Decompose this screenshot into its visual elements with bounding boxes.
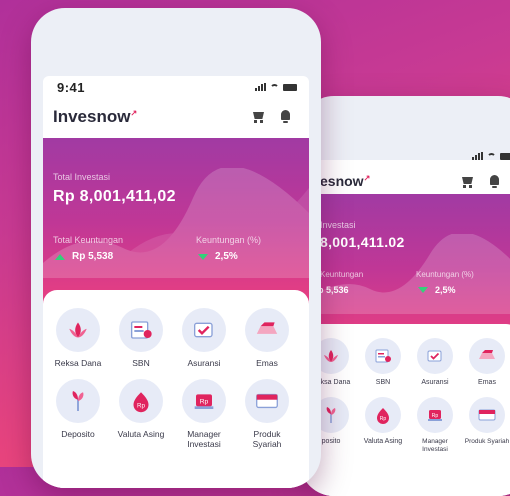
app-bar: esnow↗: [300, 166, 510, 196]
menu-item-reksa-dana[interactable]: Reksa Dana: [49, 308, 107, 369]
menu-item-asuransi[interactable]: Asuransi: [412, 338, 458, 387]
total-gain-value: p 5,536: [318, 285, 349, 295]
asuransi-icon: [417, 338, 453, 374]
menu-label: SBN: [375, 379, 391, 386]
total-investment-label: Total Investasi: [53, 172, 111, 182]
menu-item-manager-investasi[interactable]: Rp Manager Investasi: [175, 378, 233, 450]
menu-label: Reksa Dana: [54, 358, 102, 368]
status-time: 9:41: [57, 80, 86, 95]
menu-item-sbn[interactable]: SBN: [360, 338, 406, 387]
bell-icon[interactable]: [487, 174, 502, 189]
product-menu: Reksa Dana SBN Asuransi Emas Deposito Rp…: [43, 290, 309, 488]
trend-up-icon: [55, 253, 65, 260]
cart-icon[interactable]: [251, 109, 266, 124]
valuta-asing-icon: Rp: [119, 378, 163, 423]
app-screen: esnow↗ Investasi 8,001,411.02 Keuntungan…: [300, 160, 510, 496]
emas-icon: [469, 338, 505, 374]
menu-label: Valuta Asing: [117, 428, 165, 439]
menu-label: Manager Investasi: [187, 428, 221, 449]
gain-percent-label: Keuntungan (%): [416, 270, 474, 279]
system-indicators: [255, 83, 297, 91]
menu-item-deposito[interactable]: Deposito: [49, 378, 107, 450]
emas-icon: [245, 308, 289, 352]
battery-icon: [500, 152, 510, 160]
menu-item-valuta-asing[interactable]: Rp Valuta Asing: [112, 378, 170, 450]
svg-text:Rp: Rp: [380, 416, 387, 422]
svg-text:Rp: Rp: [432, 413, 439, 419]
menu-label: Emas: [478, 379, 496, 386]
menu-item-manager-investasi[interactable]: Rp Manager Investasi: [412, 397, 458, 453]
trend-icon: [198, 253, 208, 260]
menu-item-valuta-asing[interactable]: Rp Valuta Asing: [360, 397, 406, 453]
menu-item-emas[interactable]: Emas: [464, 338, 510, 387]
menu-label: Emas: [256, 358, 278, 368]
phone-mockup-back: esnow↗ Investasi 8,001,411.02 Keuntungan…: [300, 96, 510, 496]
system-indicators: [472, 152, 510, 160]
menu-item-produk-syariah[interactable]: Produk Syariah: [464, 397, 510, 453]
bell-icon[interactable]: [278, 109, 293, 124]
gain-percent-label: Keuntungan (%): [196, 235, 262, 245]
total-gain-label: Total Keuntungan: [53, 235, 124, 245]
asuransi-icon: [182, 308, 226, 352]
total-investment-value: Rp 8,001,411,02: [53, 188, 176, 205]
app-logo: Invesnow↗: [53, 107, 138, 126]
signal-icon: [472, 152, 483, 160]
sbn-icon: [365, 338, 401, 374]
reksa-dana-icon: [56, 308, 100, 352]
app-bar: Invesnow↗: [43, 100, 309, 130]
gain-percent-value: 2,5%: [198, 251, 238, 262]
portfolio-card: Investasi 8,001,411.02 Keuntungan p 5,53…: [300, 194, 510, 344]
phone-mockup-front: 9:41 Invesnow↗ Total Investasi Rp 8,001,…: [31, 8, 321, 488]
signal-icon: [255, 83, 266, 91]
produk-syariah-icon: [245, 378, 289, 423]
app-screen: 9:41 Invesnow↗ Total Investasi Rp 8,001,…: [43, 76, 309, 488]
menu-label: Produk Syariah: [252, 428, 282, 449]
total-gain-value: Rp 5,538: [55, 251, 113, 262]
total-investment-value: 8,001,411.02: [320, 234, 405, 250]
wifi-icon: [270, 84, 279, 90]
menu-label: Asuransi: [187, 358, 221, 368]
produk-syariah-icon: [469, 397, 505, 434]
menu-label: Valuta Asing: [363, 438, 403, 446]
menu-label: Manager Investasi: [422, 438, 448, 453]
portfolio-card: Total Investasi Rp 8,001,411,02 Total Ke…: [43, 138, 309, 308]
menu-label: SBN: [132, 358, 150, 368]
svg-text:Rp: Rp: [200, 398, 209, 405]
trend-icon: [418, 287, 428, 293]
svg-text:Rp: Rp: [137, 402, 146, 409]
total-gain-label: Keuntungan: [320, 270, 364, 279]
menu-item-emas[interactable]: Emas: [238, 308, 296, 369]
wifi-icon: [487, 153, 496, 159]
menu-label: posito: [321, 438, 341, 446]
menu-item-sbn[interactable]: SBN: [112, 308, 170, 369]
app-logo: esnow↗: [320, 173, 371, 189]
manager-investasi-icon: Rp: [182, 378, 226, 423]
cart-icon[interactable]: [460, 174, 475, 189]
status-bar: 9:41: [43, 76, 309, 98]
sbn-icon: [119, 308, 163, 352]
menu-label: Asuransi: [421, 379, 449, 386]
deposito-icon: [56, 378, 100, 423]
total-investment-label: Investasi: [320, 220, 356, 230]
menu-label: Deposito: [61, 428, 95, 439]
menu-item-produk-syariah[interactable]: Produk Syariah: [238, 378, 296, 450]
gain-percent-value: 2,5%: [418, 285, 456, 295]
valuta-asing-icon: Rp: [365, 397, 401, 434]
manager-investasi-icon: Rp: [417, 397, 453, 434]
product-menu: Reksa Dana SBN Asuransi Emas posito Rp V…: [300, 324, 510, 496]
menu-item-asuransi[interactable]: Asuransi: [175, 308, 233, 369]
menu-label: Produk Syariah: [464, 438, 510, 446]
battery-icon: [283, 83, 297, 91]
